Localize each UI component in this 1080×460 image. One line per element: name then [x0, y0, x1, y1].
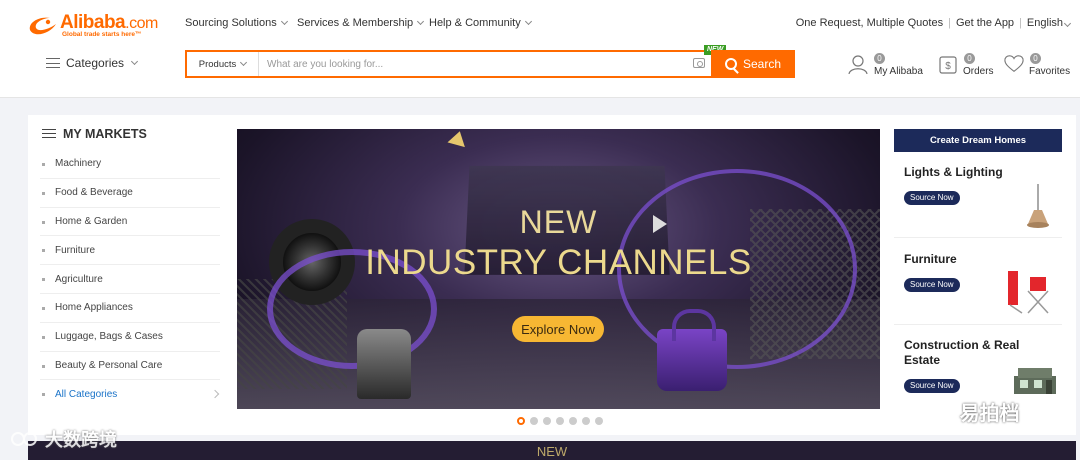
chevron-down-icon — [524, 17, 532, 26]
language-selector[interactable]: English — [1026, 17, 1072, 29]
banner-handbag-image — [657, 309, 727, 391]
explore-now-button[interactable]: Explore Now — [512, 316, 604, 342]
alibaba-logo[interactable]: Alibaba.com Global trade starts here™ — [26, 12, 166, 40]
market-item[interactable]: Food & Beverage — [40, 179, 220, 208]
camera-icon[interactable] — [693, 58, 705, 68]
market-item[interactable]: Agriculture — [40, 265, 220, 294]
nav-services-membership[interactable]: Services & Membership — [297, 17, 425, 29]
carousel-indicators — [517, 417, 603, 425]
promo-card-title: Lights & Lighting — [904, 165, 1003, 179]
carousel-dot[interactable] — [582, 417, 590, 425]
carousel-dot[interactable] — [569, 417, 577, 425]
watermark-logo-icon — [11, 432, 37, 446]
carousel-dot[interactable] — [530, 417, 538, 425]
divider: | — [948, 17, 951, 29]
logo-tagline: Global trade starts here™ — [62, 31, 142, 38]
categories-label: Categories — [66, 56, 125, 70]
my-alibaba-link[interactable]: 0 My Alibaba — [848, 52, 928, 82]
alibaba-logo-icon — [29, 17, 56, 35]
my-markets-panel: MY MARKETS Machinery Food & Beverage Hom… — [28, 115, 228, 415]
prefab-house-image — [1014, 368, 1056, 394]
source-now-button[interactable]: Source Now — [904, 278, 960, 292]
my-markets-title-text: MY MARKETS — [63, 127, 147, 141]
banner-robot-image — [357, 329, 411, 399]
watermark-left-text: 大数跨境 — [45, 430, 118, 450]
orders-link[interactable]: $ 0 Orders — [938, 52, 998, 82]
triangle-icon — [447, 129, 469, 148]
carousel-dot[interactable] — [556, 417, 564, 425]
orders-icon: $ — [939, 56, 957, 74]
favorites-link[interactable]: 0 Favorites — [1004, 52, 1074, 82]
market-list: Machinery Food & Beverage Home & Garden … — [40, 150, 220, 409]
watermark-left: 大数跨境 — [10, 426, 117, 452]
nav-services-membership-label: Services & Membership — [297, 17, 414, 29]
logo-dotcom: .com — [125, 15, 158, 32]
favorites-count: 0 — [1030, 53, 1041, 64]
hero-banner[interactable]: NEW INDUSTRY CHANNELS Explore Now — [237, 129, 880, 409]
divider: | — [1019, 17, 1022, 29]
carousel-dot[interactable] — [543, 417, 551, 425]
watermark-right-text: 易拍档 — [959, 403, 1020, 425]
market-item[interactable]: Home Appliances — [40, 294, 220, 323]
language-label: English — [1026, 17, 1063, 29]
site-header: Alibaba.com Global trade starts here™ So… — [0, 0, 1080, 98]
search-input[interactable] — [267, 55, 687, 73]
carousel-dot[interactable] — [517, 417, 525, 425]
watermark-right: 易拍档 — [918, 397, 1020, 426]
list-icon — [42, 129, 56, 139]
main-content: MY MARKETS Machinery Food & Beverage Hom… — [28, 115, 1076, 435]
banner-title-new: NEW — [519, 204, 598, 240]
market-item[interactable]: Machinery — [40, 150, 220, 179]
favorites-label: Favorites — [1029, 66, 1071, 77]
promo-card-lighting[interactable]: Lights & Lighting Source Now — [894, 152, 1062, 238]
secondary-banner[interactable]: NEW — [28, 441, 1076, 460]
market-item[interactable]: Luggage, Bags & Cases — [40, 323, 220, 352]
search-button-label: Search — [742, 57, 782, 71]
svg-text:$: $ — [945, 61, 951, 72]
nav-sourcing-solutions-label: Sourcing Solutions — [185, 17, 277, 29]
source-now-button[interactable]: Source Now — [904, 379, 960, 393]
categories-menu-button[interactable]: Categories — [46, 56, 139, 70]
link-get-the-app[interactable]: Get the App — [956, 17, 1014, 29]
my-alibaba-count: 0 — [874, 53, 885, 64]
promo-card-furniture[interactable]: Furniture Source Now — [894, 239, 1062, 325]
search-bar: Products — [185, 50, 713, 78]
search-category-select[interactable]: Products — [187, 52, 259, 76]
source-now-button[interactable]: Source Now — [904, 191, 960, 205]
banner-headline: INDUSTRY CHANNELS — [365, 243, 752, 282]
market-item[interactable]: Beauty & Personal Care — [40, 352, 220, 381]
my-alibaba-label: My Alibaba — [874, 66, 923, 77]
promo-title[interactable]: Create Dream Homes — [894, 129, 1062, 152]
menu-icon — [46, 58, 60, 68]
wechat-icon — [919, 401, 952, 423]
market-item[interactable]: Furniture — [40, 236, 220, 266]
logo-word: Alibaba — [60, 12, 126, 33]
link-one-request[interactable]: One Request, Multiple Quotes — [796, 17, 943, 29]
heart-icon — [1004, 55, 1024, 72]
chevron-down-icon — [240, 58, 248, 67]
chevron-down-icon — [280, 17, 288, 26]
search-category-label: Products — [198, 58, 237, 70]
market-item[interactable]: Home & Garden — [40, 208, 220, 237]
promo-panel: Create Dream Homes Lights & Lighting Sou… — [894, 129, 1062, 419]
all-categories-link[interactable]: All Categories — [40, 380, 220, 409]
secondary-banner-text: NEW — [536, 444, 568, 459]
carousel-dot[interactable] — [595, 417, 603, 425]
orders-label: Orders — [963, 66, 994, 77]
search-icon — [724, 58, 737, 70]
my-markets-title: MY MARKETS — [42, 127, 147, 141]
nav-help-community-label: Help & Community — [429, 17, 521, 29]
search-button[interactable]: Search — [711, 50, 795, 78]
nav-help-community[interactable]: Help & Community — [429, 17, 532, 29]
chevron-down-icon — [130, 57, 139, 66]
nav-sourcing-solutions[interactable]: Sourcing Solutions — [185, 17, 288, 29]
user-icon — [848, 55, 868, 74]
orders-count: 0 — [964, 53, 975, 64]
chevron-down-icon — [1063, 19, 1072, 28]
chevron-down-icon — [417, 17, 425, 26]
promo-card-title: Furniture — [904, 252, 957, 266]
top-right-links: One Request, Multiple Quotes | Get the A… — [796, 17, 1072, 29]
folding-chair-image — [1008, 271, 1049, 314]
pendant-lamp-image — [1027, 184, 1049, 228]
